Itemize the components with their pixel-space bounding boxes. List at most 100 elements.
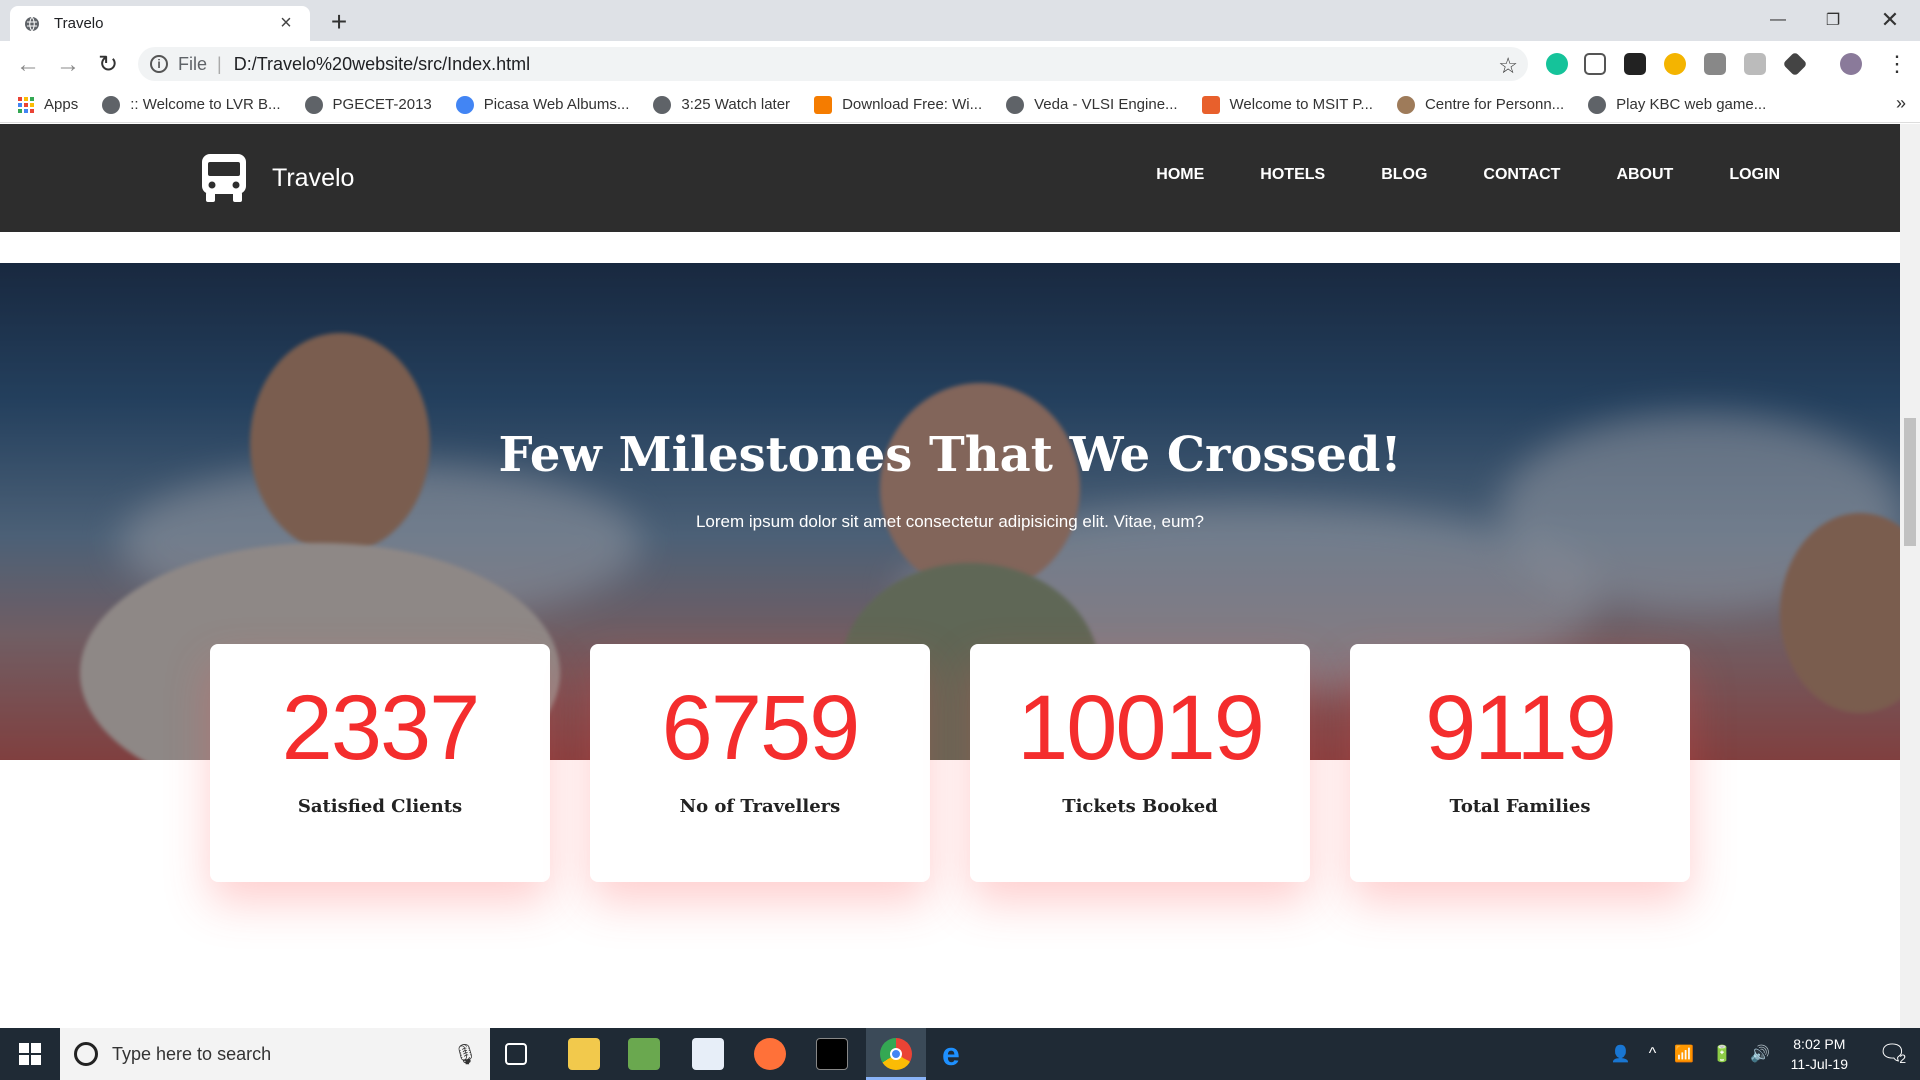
stat-label: Tickets Booked [1062,796,1218,817]
globe-icon [304,95,323,114]
notification-count: 2 [1899,1052,1906,1066]
url-scheme: File [178,53,208,74]
chrome-extension-icon[interactable] [1664,53,1686,75]
bookmark-item[interactable]: Picasa Web Albums... [455,95,630,114]
bookmark-label: PGECET-2013 [332,96,432,113]
nav-about[interactable]: ABOUT [1616,166,1673,184]
microphone-icon[interactable]: 🎙 [453,1042,478,1067]
nav-login[interactable]: LOGIN [1729,166,1780,184]
bookmark-label: Play KBC web game... [1616,96,1767,113]
blogger-icon [814,95,833,114]
section-heading: Few Milestones That We Crossed! [498,427,1402,483]
angular-extension-icon[interactable] [1704,53,1726,75]
battery-icon[interactable]: 🔋 [1712,1044,1732,1064]
chevron-up-icon[interactable]: ^ [1649,1045,1657,1063]
cortana-icon [74,1042,98,1066]
bookmark-item[interactable]: 3:25 Watch later [653,95,791,114]
extension-icon[interactable] [1744,53,1766,75]
site-logo[interactable]: Travelo [198,152,354,204]
chrome-taskbar-button[interactable] [866,1028,926,1080]
windows-start-icon[interactable] [0,1028,60,1080]
browser-menu-icon[interactable]: ⋮ [1886,51,1908,77]
bookmark-item[interactable]: PGECET-2013 [304,95,432,114]
site-icon [1201,95,1220,114]
globe-icon [102,95,121,114]
google-icon [455,95,474,114]
wifi-icon[interactable]: 📶 [1674,1044,1694,1064]
reload-icon[interactable]: ↻ [94,51,122,79]
bookmark-item[interactable]: :: Welcome to LVR B... [102,95,281,114]
globe-icon [1006,95,1025,114]
minimize-icon[interactable]: — [1758,4,1798,36]
bookmark-item[interactable]: Play KBC web game... [1588,95,1767,114]
scrollbar-thumb[interactable] [1904,418,1916,546]
bookmark-label: :: Welcome to LVR B... [130,96,281,113]
system-tray: 👤 ^ 📶 🔋 🔊 [1611,1028,1770,1080]
stat-label: Total Families [1449,796,1591,817]
json-extension-icon[interactable] [1584,53,1606,75]
forward-icon[interactable]: → [54,51,82,79]
browser-tab[interactable]: Travelo × [10,6,310,41]
tab-title: Travelo [54,15,104,32]
nav-home[interactable]: HOME [1156,166,1204,184]
layers-extension-icon[interactable] [1782,51,1808,77]
bookmark-item[interactable]: Veda - VLSI Engine... [1006,95,1178,114]
close-window-icon[interactable]: ✕ [1870,4,1910,36]
stat-card: 2337 Satisfied Clients [210,644,550,882]
terminal-icon[interactable] [816,1038,848,1070]
info-icon[interactable]: i [150,55,168,73]
grammarly-extension-icon[interactable] [1546,53,1568,75]
stat-label: No of Travellers [679,796,841,817]
people-icon[interactable]: 👤 [1611,1044,1631,1064]
stat-card: 6759 No of Travellers [590,644,930,882]
bookmark-label: Veda - VLSI Engine... [1034,96,1178,113]
url-text: D:/Travelo%20website/src/Index.html [233,53,531,74]
firefox-icon[interactable] [754,1038,786,1070]
clock-date: 11-Jul-19 [1790,1056,1848,1072]
bookmarks-bar: Apps :: Welcome to LVR B... PGECET-2013 … [0,87,1920,123]
volume-icon[interactable]: 🔊 [1750,1044,1770,1064]
page-viewport: Travelo HOME HOTELS BLOG CONTACT ABOUT L… [0,124,1900,1028]
browser-toolbar: ← → ↻ i File | D:/Travelo%20website/src/… [0,41,1920,87]
taskbar-search-box[interactable]: Type here to search 🎙 [60,1028,490,1080]
site-header: Travelo HOME HOTELS BLOG CONTACT ABOUT L… [0,124,1900,232]
stat-value: 6759 [661,677,861,779]
stat-label: Satisfied Clients [297,796,463,817]
page-scrollbar[interactable] [1900,124,1920,1028]
stat-value: 2337 [281,677,481,779]
main-nav: HOME HOTELS BLOG CONTACT ABOUT LOGIN [1156,166,1780,184]
new-tab-icon[interactable]: + [324,6,354,38]
bookmark-item[interactable]: Welcome to MSIT P... [1201,95,1373,114]
nav-contact[interactable]: CONTACT [1483,166,1560,184]
restore-icon[interactable]: ❐ [1813,4,1853,36]
file-explorer-icon[interactable] [568,1038,600,1070]
bookmark-item[interactable]: Centre for Personn... [1396,95,1565,114]
nav-blog[interactable]: BLOG [1381,166,1427,184]
document-app-icon[interactable] [692,1038,724,1070]
edge-icon[interactable]: e [942,1036,960,1073]
bookmark-label: Picasa Web Albums... [483,96,630,113]
globe-icon [1588,95,1607,114]
task-view-icon[interactable] [505,1043,527,1065]
globe-icon [25,16,39,31]
globe-icon [653,95,672,114]
bookmark-star-icon[interactable]: ☆ [1498,53,1518,79]
notification-center-icon[interactable]: 🗨 2 [1878,1040,1906,1066]
section-subtext: Lorem ipsum dolor sit amet consectetur a… [695,512,1205,531]
extension-icon[interactable] [1624,53,1646,75]
taskbar-clock[interactable]: 8:02 PM 11-Jul-19 [1791,1034,1848,1074]
app-icon[interactable] [628,1038,660,1070]
stat-card: 10019 Tickets Booked [970,644,1310,882]
bookmark-item[interactable]: Download Free: Wi... [814,95,982,114]
more-bookmarks-icon[interactable]: » [1896,93,1906,114]
profile-avatar-icon[interactable] [1840,53,1862,75]
stat-card: 9119 Total Families [1350,644,1690,882]
bookmark-label: 3:25 Watch later [681,96,791,113]
bookmark-label: Centre for Personn... [1424,96,1565,113]
bookmark-apps[interactable]: Apps [18,96,78,113]
back-icon[interactable]: ← [14,51,42,79]
address-bar[interactable]: i File | D:/Travelo%20website/src/Index.… [138,47,1528,81]
nav-hotels[interactable]: HOTELS [1260,166,1325,184]
bus-icon [202,154,246,202]
close-tab-icon[interactable]: × [276,12,296,35]
